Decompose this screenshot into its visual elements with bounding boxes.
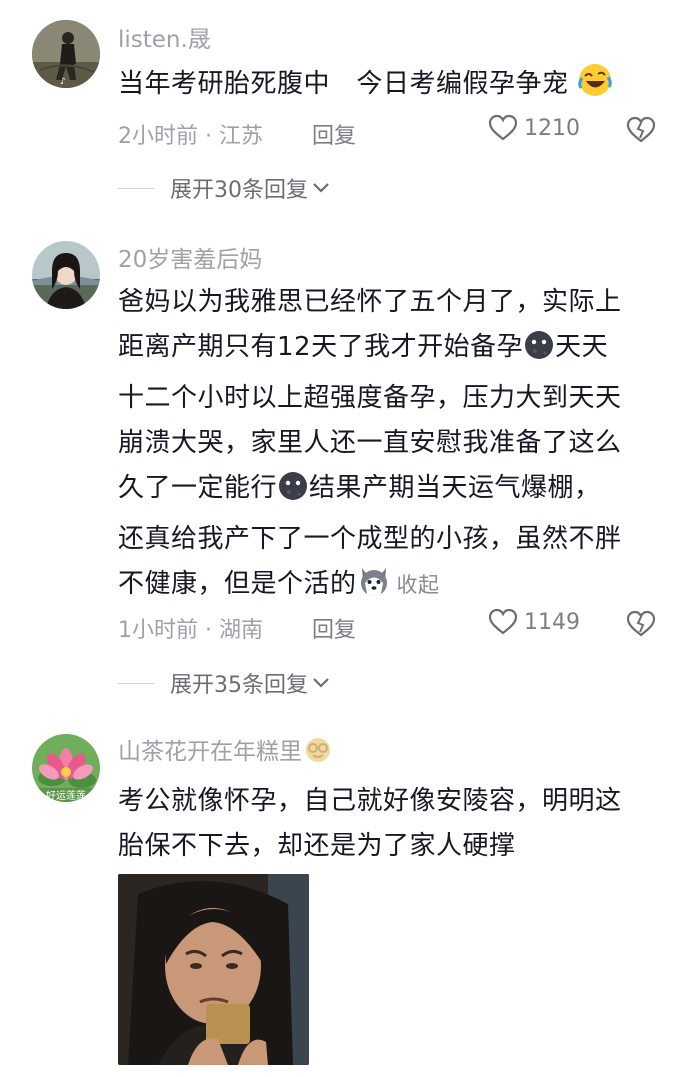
svg-text:♪: ♪ — [60, 77, 66, 87]
text-line: 久了一定能行 结果产期当天运气爆棚， — [118, 466, 663, 517]
text-line: 十二个小时以上超强度备孕，压力大到天天 — [118, 383, 622, 413]
like-count: 1210 — [524, 115, 580, 141]
laughing-crying-emoji-icon — [577, 62, 613, 113]
heart-icon — [488, 114, 518, 141]
broken-heart-icon — [626, 116, 656, 143]
comment-text: 考公就像怀孕，自己就好像安陵容，明明这 胎保不下去，却还是为了家人硬撑 — [118, 779, 663, 869]
text-line: 不健康，但是个活的 收起 — [118, 562, 663, 613]
comment-meta: 1小时前 · 湖南 回复 1149 — [118, 608, 663, 644]
username[interactable]: 山茶花开在年糕里 — [118, 736, 663, 773]
text-line: 考公就像怀孕，自己就好像安陵容，明明这 — [118, 786, 622, 816]
comment-text: 当年考研胎死腹中 今日考编假孕争宠 — [118, 62, 663, 113]
expand-replies[interactable]: 展开35条回复 — [118, 667, 330, 699]
text-line: 还真给我产下了一个成型的小孩，虽然不胖 — [118, 524, 622, 554]
heart-icon — [488, 608, 518, 635]
dislike-button[interactable] — [626, 610, 656, 644]
username[interactable]: listen.晟 — [118, 24, 663, 56]
dark-moon-emoji-icon — [277, 470, 309, 517]
chevron-down-icon — [313, 678, 329, 688]
divider — [118, 187, 154, 189]
avatar[interactable] — [32, 241, 100, 309]
text-line: 崩溃大哭，家里人还一直安慰我准备了这么 — [118, 428, 622, 458]
nerd-face-emoji-icon — [304, 736, 332, 773]
like-button[interactable]: 1210 — [488, 114, 580, 142]
text-line: 胎保不下去，却还是为了家人硬撑 — [118, 831, 516, 861]
collapse-button[interactable]: 收起 — [397, 573, 440, 597]
like-button[interactable]: 1149 — [488, 608, 580, 636]
timestamp-location: 1小时前 · 湖南 — [118, 618, 263, 643]
reply-button[interactable]: 回复 — [312, 118, 356, 150]
timestamp-location: 2小时前 · 江苏 — [118, 124, 263, 149]
divider — [118, 682, 154, 684]
attached-image[interactable] — [118, 874, 309, 1065]
dark-moon-emoji-icon — [523, 329, 555, 376]
avatar[interactable]: ♪ — [32, 20, 100, 88]
comment-text: 爸妈以为我雅思已经怀了五个月了，实际上 距离产期只有12天了我才开始备孕 天天 十… — [118, 280, 663, 613]
broken-heart-icon — [626, 610, 656, 637]
comment-meta: 2小时前 · 江苏 回复 1210 — [118, 114, 663, 150]
svg-text:好运莲莲: 好运莲莲 — [46, 790, 86, 802]
avatar[interactable]: 好运莲莲 — [32, 734, 100, 802]
expand-replies[interactable]: 展开30条回复 — [118, 172, 330, 204]
username[interactable]: 20岁害羞后妈 — [118, 244, 663, 276]
reply-button[interactable]: 回复 — [312, 612, 356, 644]
expand-label: 展开30条回复 — [170, 178, 308, 203]
expand-label: 展开35条回复 — [170, 673, 308, 698]
chevron-down-icon — [313, 183, 329, 193]
text-line: 爸妈以为我雅思已经怀了五个月了，实际上 — [118, 287, 622, 317]
text-line: 距离产期只有12天了我才开始备孕 天天 — [118, 325, 663, 376]
dislike-button[interactable] — [626, 116, 656, 150]
husky-dog-emoji-icon — [357, 564, 391, 613]
like-count: 1149 — [524, 609, 580, 635]
